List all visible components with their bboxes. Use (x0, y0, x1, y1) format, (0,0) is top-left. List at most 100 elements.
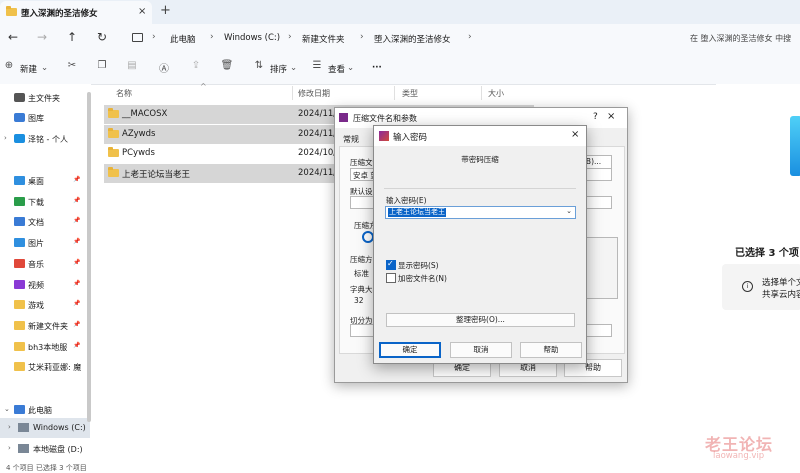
breadcrumb-item[interactable]: Windows (C:) (224, 33, 280, 43)
selection-count: 已选择 3 个项目 (735, 248, 800, 259)
help-icon[interactable]: ? (593, 112, 598, 122)
close-icon[interactable]: × (607, 111, 615, 122)
encrypt-filenames-checkbox[interactable] (386, 273, 396, 283)
breadcrumb-item[interactable]: 此电脑 (170, 33, 196, 45)
pin-icon[interactable]: 📌 (73, 238, 80, 245)
compression-level-value[interactable]: 标准 (354, 268, 369, 279)
chevron-right-icon: › (288, 32, 292, 42)
watermark-url: laowang.vip (713, 451, 765, 461)
address-row: ← → ↑ ↻ › 此电脑 › Windows (C:) › 新建文件夹 › 堕… (0, 24, 800, 54)
search-placeholder: 在 堕入深渊的圣洁修女 中搜 (690, 34, 792, 43)
copy-icon[interactable]: ❐ (95, 60, 109, 74)
pin-icon[interactable]: 📌 (73, 176, 80, 183)
gallery-icon (14, 113, 25, 122)
cancel-button[interactable]: 取消 (450, 342, 512, 358)
up-button[interactable]: ↑ (67, 30, 77, 44)
desktop-icon (14, 176, 25, 185)
sidebar-item-this-pc[interactable]: ⌄ 此电脑 (0, 400, 90, 420)
column-header-size[interactable]: 大小 (488, 88, 504, 99)
pin-icon[interactable]: 📌 (73, 259, 80, 266)
column-header-type[interactable]: 类型 (402, 88, 418, 99)
tab-title: 堕入深渊的圣洁修女 (21, 9, 98, 19)
help-button[interactable]: 帮助 (520, 342, 582, 358)
pin-icon[interactable]: 📌 (73, 300, 80, 307)
view-button[interactable]: 查看 (328, 63, 345, 75)
sidebar-item[interactable]: 视频 📌 (0, 275, 90, 295)
column-divider (481, 86, 482, 100)
refresh-button[interactable]: ↻ (97, 30, 107, 44)
sort-button[interactable]: 排序 (270, 63, 287, 75)
search-input[interactable]: 在 堕入深渊的圣洁修女 中搜 (680, 30, 800, 48)
sidebar-item[interactable]: 主文件夹 (0, 88, 90, 108)
password-input[interactable]: 上老王论坛当老王 ⌄ (385, 206, 576, 219)
chevron-down-icon[interactable]: ⌄ (566, 207, 572, 215)
sidebar-item[interactable]: 游戏 📌 (0, 295, 90, 315)
new-button[interactable]: 新建 (20, 63, 37, 75)
close-icon[interactable]: × (571, 129, 579, 140)
dialog-title: 压缩文件名和参数 (353, 114, 417, 123)
sidebar-item-label: 音乐 (28, 259, 44, 269)
delete-icon[interactable]: 🗑 (220, 60, 234, 74)
show-password-label[interactable]: 显示密码(S) (398, 260, 439, 271)
sidebar-item-drive-d[interactable]: › 本地磁盘 (D:) (0, 439, 90, 459)
column-header-date[interactable]: 修改日期 (298, 88, 330, 99)
sidebar-item[interactable]: 图片 📌 (0, 233, 90, 253)
sidebar-item[interactable]: 文档 📌 (0, 212, 90, 232)
show-password-checkbox[interactable] (386, 259, 396, 270)
computer-icon (14, 405, 25, 414)
sidebar-item[interactable]: 新建文件夹 📌 (0, 316, 90, 336)
paste-icon[interactable]: ▤ (125, 60, 139, 74)
status-text: 4 个项目 已选择 3 个项目 (6, 464, 87, 472)
rename-icon[interactable]: Ⓐ (157, 60, 171, 75)
password-value: 上老王论坛当老王 (388, 208, 446, 217)
info-text: 选择单个文 (762, 278, 800, 288)
encrypt-filenames-label[interactable]: 加密文件名(N) (398, 273, 447, 284)
password-label: 输入密码(E) (386, 196, 427, 205)
onedrive-cloud-icon (790, 116, 800, 176)
tab-general[interactable]: 常规 (343, 134, 359, 145)
sidebar-scrollbar[interactable] (87, 92, 91, 422)
chevron-down-icon: ⌄ (290, 63, 298, 73)
winrar-icon (339, 113, 348, 122)
chevron-right-icon: › (152, 32, 156, 42)
pin-icon[interactable]: 📌 (73, 197, 80, 204)
sidebar-item[interactable]: 图库 (0, 108, 90, 128)
winrar-icon (379, 131, 389, 141)
file-date: 2024/11/ (298, 109, 337, 119)
pin-icon[interactable]: 📌 (73, 280, 80, 287)
breadcrumb[interactable]: › 此电脑 › Windows (C:) › 新建文件夹 › 堕入深渊的圣洁修女… (128, 28, 670, 50)
back-button[interactable]: ← (8, 30, 18, 44)
tab-current-folder[interactable]: 堕入深渊的圣洁修女 × (0, 1, 152, 24)
new-tab-button[interactable]: + (160, 3, 171, 18)
file-date: 2024/11/ (298, 128, 337, 139)
breadcrumb-item[interactable]: 新建文件夹 (302, 33, 345, 45)
organize-passwords-button[interactable]: 整理密码(O)... (386, 313, 575, 327)
tab-bar: 堕入深渊的圣洁修女 × + (0, 0, 800, 24)
sidebar-item-drive-c[interactable]: › Windows (C:) (0, 418, 90, 438)
cut-icon[interactable]: ✂ (65, 60, 79, 74)
folder-icon (108, 108, 119, 118)
folder-icon (108, 166, 119, 177)
pin-icon[interactable]: 📌 (73, 321, 80, 328)
breadcrumb-item[interactable]: 堕入深渊的圣洁修女 (374, 33, 451, 45)
ok-button[interactable]: 确定 (379, 342, 441, 358)
view-icon: ☰ (312, 60, 322, 71)
column-header-name[interactable]: 名称 (116, 88, 132, 99)
dialog-title: 输入密码 (393, 133, 428, 143)
share-icon[interactable]: ⇪ (189, 60, 203, 74)
sidebar-item[interactable]: 下载 📌 (0, 192, 90, 212)
dictionary-size-value[interactable]: 32 (354, 296, 364, 305)
chevron-right-icon[interactable]: › (4, 134, 7, 142)
chevron-down-icon: ⌄ (347, 63, 355, 73)
more-options-button[interactable]: ··· (372, 63, 382, 73)
sidebar-item[interactable]: 音乐 📌 (0, 254, 90, 274)
pin-icon[interactable]: 📌 (73, 342, 80, 349)
file-date: 2024/10/ (298, 148, 337, 158)
sidebar-item[interactable]: › 泽铭 - 个人 (0, 129, 90, 149)
forward-button[interactable]: → (37, 30, 47, 44)
pin-icon[interactable]: 📌 (73, 217, 80, 224)
close-tab-icon[interactable]: × (138, 6, 146, 17)
sidebar-item[interactable]: 艾米莉亚娜: 魔 (0, 357, 90, 377)
sidebar-item[interactable]: 桌面 📌 (0, 171, 90, 191)
sidebar-item[interactable]: bh3本地服 📌 (0, 337, 90, 357)
